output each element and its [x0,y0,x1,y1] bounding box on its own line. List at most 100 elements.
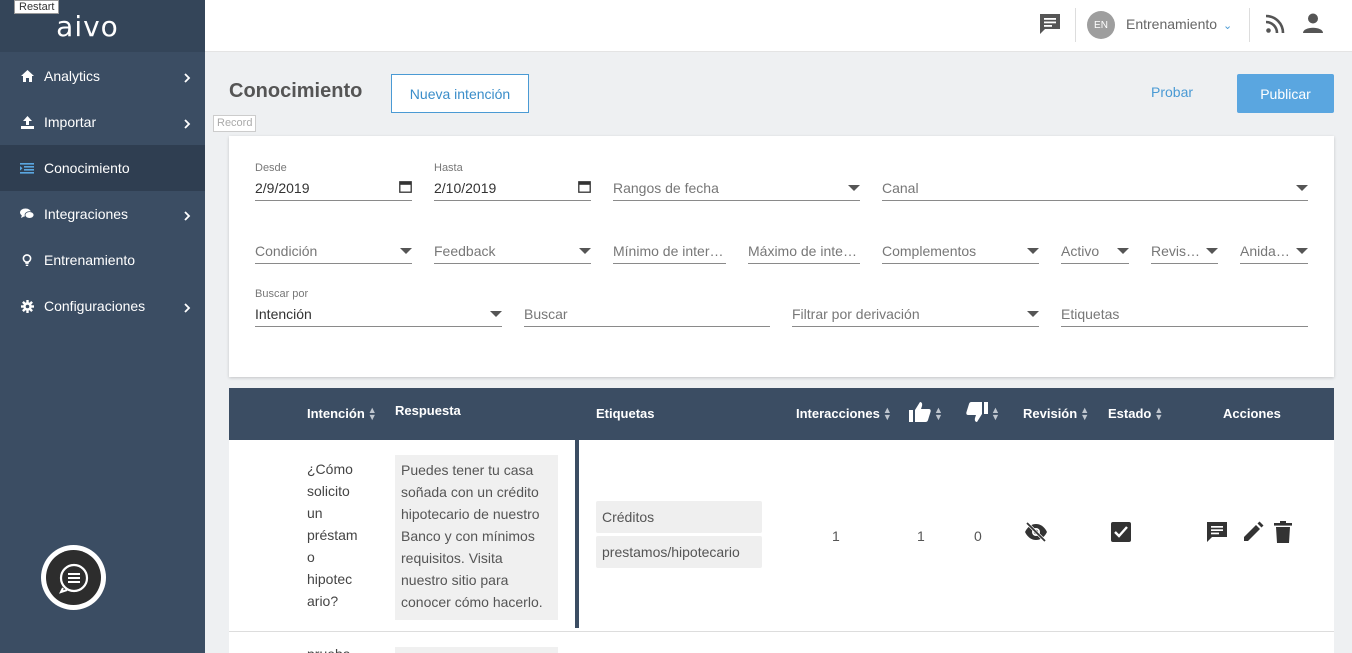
chevron-right-icon [184,116,191,132]
intent-line: o [307,549,315,565]
intent-line: hipotec [307,571,353,587]
sidebar: aivo Restart Analytics Importar Conocimi… [0,0,205,653]
calendar-icon[interactable] [399,180,412,196]
top-bar: EN Entrenamiento ⌄ [205,0,1352,52]
intents-table: Intención ▲ ▼ Respuesta Etiquetas Interac… [229,388,1334,653]
publish-button[interactable]: Publicar [1237,74,1334,113]
interactions-count: 1 [832,528,840,544]
col-dislikes-header[interactable]: ▲ ▼ [966,402,1000,425]
condition-select[interactable]: Condición [255,238,412,264]
sort-icon: ▲ ▼ [1154,404,1164,422]
intent-cell[interactable]: ¿Cómo solicito un préstam o hipotec ario… [307,458,367,612]
sort-icon: ▲ ▼ [367,404,377,422]
sort-icon: ▲ ▼ [934,404,943,422]
intent-line: ario? [307,593,339,609]
sidebar-item-label: Conocimiento [44,160,130,176]
feedback-select[interactable]: Feedback [434,238,591,264]
max-interactions-input[interactable]: Máximo de interacciones [748,238,860,264]
caret-down-icon [579,247,591,254]
complements-placeholder: Complementos [882,242,977,259]
sort-icon: ▲ ▼ [1080,404,1090,422]
search-by-select[interactable]: Intención [255,301,502,327]
intent-cell[interactable]: prueba [307,646,351,653]
sidebar-item-configuraciones[interactable]: Configuraciones [0,283,205,329]
col-likes-header[interactable]: ▲ ▼ [909,402,943,425]
tag-chip[interactable]: prestamos/hipotecario [596,536,762,568]
response-cell[interactable] [395,647,558,653]
message-icon[interactable] [1038,12,1062,41]
dislikes-count: 0 [974,528,982,544]
caret-down-icon [1296,247,1308,254]
col-interactions-header[interactable]: Interacciones ▲ ▼ [796,405,892,421]
chevron-down-icon: ⌄ [1222,20,1233,32]
sidebar-item-importar[interactable]: Importar [0,99,205,145]
complements-select[interactable]: Complementos [882,238,1039,264]
sidebar-item-integraciones[interactable]: Integraciones [0,191,205,237]
tag-chip[interactable]: Créditos [596,501,762,533]
tags-input[interactable]: Etiquetas [1061,301,1308,327]
search-by-value: Intención [255,305,312,322]
sidebar-item-label: Importar [44,114,97,130]
col-label: Acciones [1223,406,1281,421]
intent-line: préstam [307,527,358,543]
delete-icon[interactable] [1274,521,1292,548]
chevron-right-icon [184,300,191,316]
col-label: Estado [1108,406,1152,421]
list-icon [20,161,34,175]
sidebar-item-analytics[interactable]: Analytics [0,53,205,99]
sidebar-item-label: Analytics [44,68,101,84]
min-interactions-placeholder: Mínimo de interacciones [613,242,726,259]
comment-icon[interactable] [1206,521,1228,548]
test-button[interactable]: Probar [1151,84,1193,100]
nested-placeholder: Anidadas [1240,242,1292,259]
lightbulb-icon [20,253,34,267]
col-intent-header[interactable]: Intención ▲ ▼ [307,404,377,422]
language-badge[interactable]: EN [1087,11,1115,39]
col-status-header[interactable]: Estado ▲ ▼ [1108,404,1164,422]
col-label: Interacciones [796,406,880,421]
rss-icon[interactable] [1265,14,1285,39]
nested-select[interactable]: Anidadas [1240,238,1308,264]
to-date-input[interactable]: 2/10/2019 [434,175,591,201]
new-intent-button[interactable]: Nueva intención [391,74,529,113]
intent-line: un [307,505,323,521]
sidebar-item-entrenamiento[interactable]: Entrenamiento [0,237,205,283]
checkbox-checked-icon[interactable] [1111,522,1131,547]
edit-icon[interactable] [1242,521,1264,548]
caret-down-icon [1206,247,1218,254]
caret-down-icon [400,247,412,254]
derivation-select[interactable]: Filtrar por derivación [792,301,1039,327]
col-label: Intención [307,406,365,421]
col-tags-header: Etiquetas [596,406,655,421]
calendar-icon[interactable] [578,180,591,196]
channel-select[interactable]: Canal [882,175,1308,201]
channel-placeholder: Canal [882,179,919,196]
chat-launcher-button[interactable] [41,545,106,610]
tags-placeholder: Etiquetas [1061,305,1120,322]
date-range-select[interactable]: Rangos de fecha [613,175,860,201]
active-select[interactable]: Activo [1061,238,1129,264]
search-by-label: Buscar por [255,288,309,300]
gear-icon [20,299,34,313]
environment-label: Entrenamiento [1126,16,1218,32]
sidebar-item-label: Entrenamiento [44,252,136,268]
caret-down-icon [1027,247,1039,254]
home-icon [20,69,34,83]
response-cell[interactable]: Puedes tener tu casa soñada con un crédi… [395,455,558,620]
col-revision-header[interactable]: Revisión ▲ ▼ [1023,404,1090,422]
record-tooltip: Record [213,115,257,132]
col-label: Etiquetas [596,406,655,421]
col-label: Respuesta [395,403,461,418]
table-header: Intención ▲ ▼ Respuesta Etiquetas Interac… [229,388,1334,440]
user-icon[interactable] [1302,12,1324,39]
min-interactions-input[interactable]: Mínimo de interacciones [613,238,726,264]
revision-placeholder: Revisión [1151,242,1202,259]
from-date-input[interactable]: 2/9/2019 [255,175,412,201]
environment-selector[interactable]: Entrenamiento ⌄ [1126,16,1232,32]
revision-select[interactable]: Revisión [1151,238,1218,264]
aivo-logo[interactable]: aivo [56,10,119,43]
search-input[interactable]: Buscar [524,301,770,327]
eye-off-icon[interactable] [1024,521,1048,547]
feedback-placeholder: Feedback [434,242,496,259]
sidebar-item-conocimiento[interactable]: Conocimiento [0,145,205,191]
